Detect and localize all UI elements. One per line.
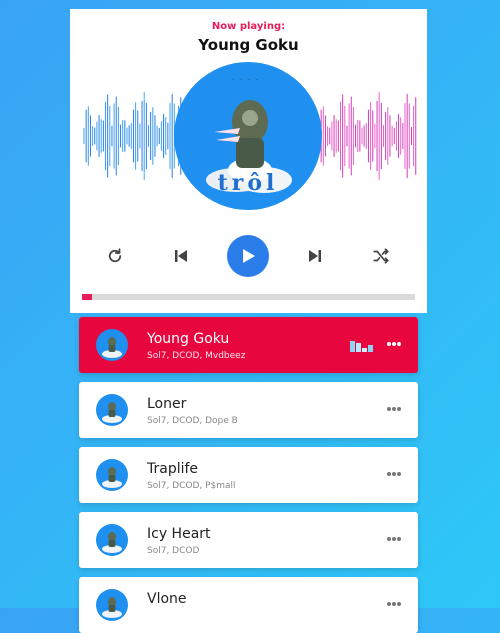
track-title: Traplife (147, 461, 199, 477)
track-title: Icy Heart (147, 526, 211, 542)
track-artists: Sol7, DCOD, Mvdbeez (147, 351, 246, 361)
track-item[interactable]: Traplife Sol7, DCOD, P$mall (79, 447, 418, 503)
shuffle-icon[interactable] (364, 239, 398, 273)
audio-waveform-right (318, 92, 417, 180)
track-artists: Sol7, DCOD, P$mall (147, 481, 236, 491)
track-item[interactable]: Young Goku Sol7, DCOD, Mvdbeez (79, 317, 418, 373)
track-avatar (96, 524, 128, 556)
track-title: Vlone (147, 591, 187, 607)
song-title: Young Goku (198, 36, 299, 54)
album-cover: trôl ···· (174, 62, 322, 210)
progress-fill (82, 294, 92, 300)
play-button[interactable] (227, 235, 269, 277)
play-icon (243, 249, 255, 263)
next-icon[interactable] (298, 239, 332, 273)
track-item[interactable]: Vlone (79, 577, 418, 633)
track-avatar (96, 459, 128, 491)
progress-bar[interactable] (82, 294, 415, 300)
equalizer-icon (350, 341, 373, 352)
track-avatar (96, 394, 128, 426)
track-artists: Sol7, DCOD (147, 546, 200, 556)
now-playing-panel: Now playing: Young Goku trôl ···· (70, 9, 427, 313)
track-avatar (96, 589, 128, 621)
previous-icon[interactable] (164, 239, 198, 273)
audio-waveform-left (83, 92, 182, 180)
more-options-icon[interactable] (386, 469, 402, 479)
track-avatar (96, 329, 128, 361)
more-options-icon[interactable] (386, 534, 402, 544)
track-artists: Sol7, DCOD, Dope B (147, 416, 238, 426)
track-item[interactable]: Icy Heart Sol7, DCOD (79, 512, 418, 568)
now-playing-label: Now playing: (211, 21, 286, 32)
more-options-icon[interactable] (386, 339, 402, 349)
track-title: Loner (147, 396, 187, 412)
repeat-icon[interactable] (98, 239, 132, 273)
more-options-icon[interactable] (386, 404, 402, 414)
svg-text:····: ···· (232, 77, 264, 84)
playback-controls (70, 235, 427, 277)
cover-text: trôl (218, 170, 279, 196)
track-item[interactable]: Loner Sol7, DCOD, Dope B (79, 382, 418, 438)
track-title: Young Goku (147, 331, 230, 347)
